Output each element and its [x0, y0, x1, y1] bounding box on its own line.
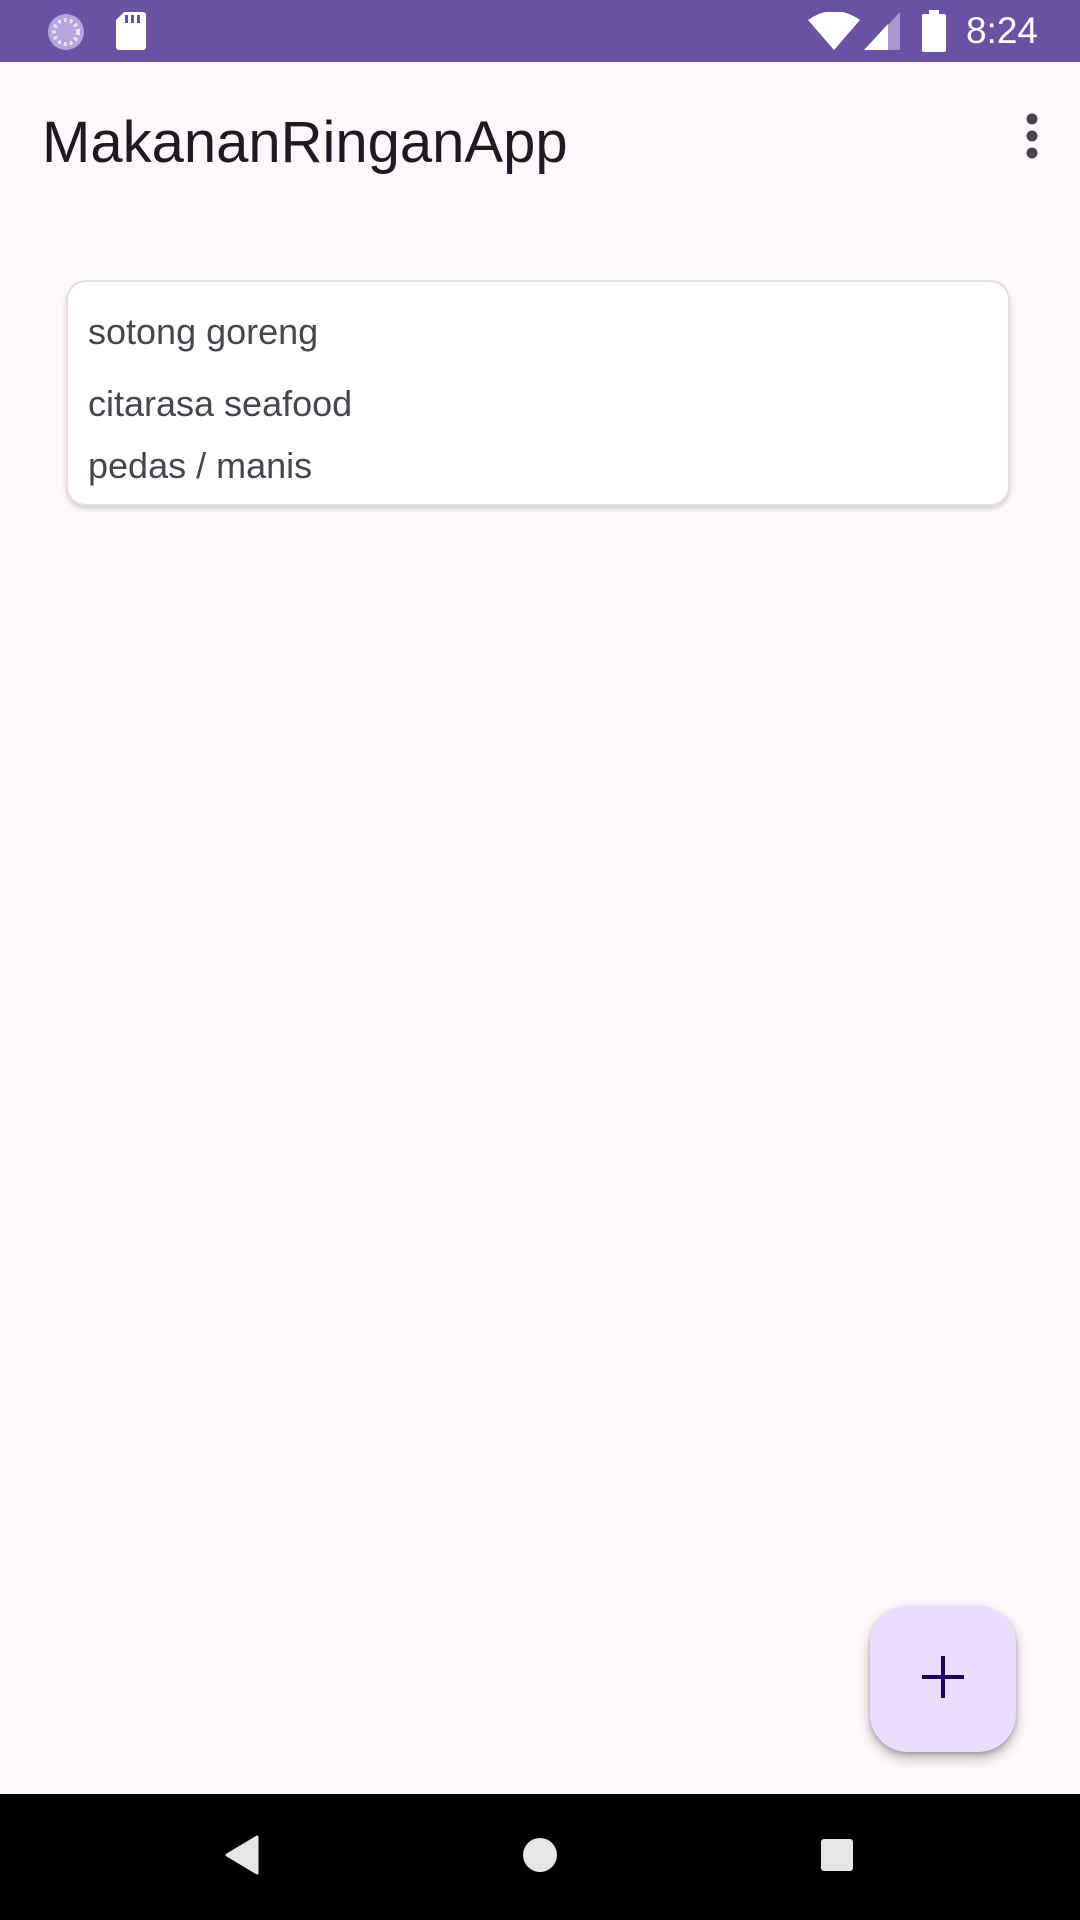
snack-name: sotong goreng: [88, 311, 319, 352]
sync-icon: [46, 12, 86, 52]
snack-description: citarasa seafood: [88, 383, 353, 424]
cellular-signal-icon: [864, 12, 900, 50]
overflow-menu-button[interactable]: [1002, 108, 1062, 168]
navigation-bar: [0, 1794, 1080, 1920]
recents-button[interactable]: [804, 1824, 870, 1890]
snack-taste: pedas / manis: [88, 445, 313, 486]
wifi-icon: [808, 11, 860, 50]
sd-card-icon: [116, 12, 146, 50]
more-vert-icon: [1024, 113, 1040, 164]
recents-icon: [820, 1838, 854, 1877]
app-title: MakananRinganApp: [42, 110, 568, 175]
add-icon: [922, 1655, 964, 1703]
battery-icon: [922, 10, 946, 52]
add-button[interactable]: [870, 1606, 1016, 1752]
home-button[interactable]: [507, 1824, 573, 1890]
snack-card[interactable]: sotong goreng citarasa seafood pedas / m…: [66, 280, 1010, 506]
status-time: 8:24: [965, 10, 1038, 51]
status-bar: 8:24: [0, 0, 1080, 62]
home-icon: [521, 1836, 559, 1879]
back-button[interactable]: [208, 1824, 274, 1890]
back-icon: [223, 1835, 259, 1880]
app-bar: MakananRinganApp: [0, 62, 1080, 238]
